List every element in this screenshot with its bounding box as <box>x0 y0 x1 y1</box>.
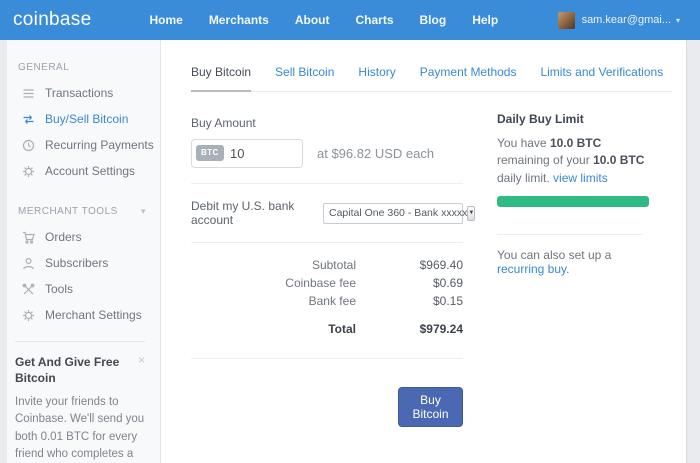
sidebar-item-recurring-payments[interactable]: Recurring Payments <box>0 132 160 158</box>
referral-promo: Get And Give Free Bitcoin × Invite your … <box>15 341 145 463</box>
user-menu[interactable]: sam.kear@gmai... ▾ <box>557 11 680 29</box>
buy-form: Buy Amount BTC at $96.82 USD each Debit … <box>191 116 476 427</box>
sidebar-section-general: GENERAL <box>0 40 160 80</box>
view-limits-link[interactable]: view limits <box>553 171 608 185</box>
list-icon <box>21 87 35 100</box>
remaining-amount: 10.0 BTC <box>549 136 602 150</box>
section-title: MERCHANT TOOLS <box>18 206 118 217</box>
nav-item-charts[interactable]: Charts <box>356 13 394 27</box>
summary-row-subtotal: Subtotal $969.40 <box>311 258 463 272</box>
tab-buy-bitcoin[interactable]: Buy Bitcoin <box>191 65 252 92</box>
section-title: GENERAL <box>18 62 70 73</box>
tab-payment-methods[interactable]: Payment Methods <box>420 65 517 91</box>
recurring-buy-link[interactable]: recurring buy <box>497 262 566 276</box>
nav-item-home[interactable]: Home <box>149 13 182 27</box>
daily-limit-progress-bar <box>497 196 649 208</box>
sidebar-item-subscribers[interactable]: Subscribers <box>0 250 160 276</box>
sidebar-item-buy-sell-bitcoin[interactable]: Buy/Sell Bitcoin <box>0 106 160 132</box>
sidebar-item-tools[interactable]: Tools <box>0 276 160 302</box>
main-nav: Home Merchants About Charts Blog Help <box>149 13 498 27</box>
daily-buy-limit-panel: Daily Buy Limit You have 10.0 BTC remain… <box>497 112 649 276</box>
recurring-buy-text: You can also set up a recurring buy. <box>497 248 612 277</box>
sidebar-item-label: Merchant Settings <box>45 308 142 322</box>
nav-item-about[interactable]: About <box>295 13 330 27</box>
caret-down-icon: ▾ <box>675 15 680 25</box>
limit-amount: 10.0 BTC <box>593 153 645 168</box>
buy-amount-label: Buy Amount <box>191 116 256 130</box>
sidebar-item-label: Account Settings <box>45 164 136 178</box>
sidebar-item-label: Orders <box>45 230 82 244</box>
top-navbar: coinbase Home Merchants About Charts Blo… <box>0 0 700 40</box>
divider <box>191 242 463 243</box>
close-icon[interactable]: × <box>138 353 145 367</box>
sidebar-section-merchant-tools: MERCHANT TOOLS ▾ <box>0 184 160 224</box>
sidebar-item-label: Subscribers <box>45 256 109 270</box>
limit-text: You have 10.0 BTC remaining of your 10.0… <box>497 136 645 185</box>
bank-account-select[interactable]: Capital One 360 - Bank xxxxx ▼ <box>323 202 476 224</box>
sidebar-item-label: Transactions <box>45 86 114 100</box>
sidebar-item-merchant-settings[interactable]: Merchant Settings <box>0 302 160 328</box>
nav-item-blog[interactable]: Blog <box>420 13 447 27</box>
limit-panel-title: Daily Buy Limit <box>497 112 584 126</box>
divider <box>497 234 643 236</box>
clock-icon <box>21 139 35 152</box>
tab-sell-bitcoin[interactable]: Sell Bitcoin <box>275 65 334 91</box>
summary-row-coinbase-fee: Coinbase fee $0.69 <box>285 276 463 290</box>
tab-history[interactable]: History <box>358 65 395 91</box>
nav-item-merchants[interactable]: Merchants <box>209 13 269 27</box>
avatar <box>557 11 575 29</box>
tab-bar: Buy Bitcoin Sell Bitcoin History Payment… <box>191 65 672 92</box>
exchange-rate-text: at $96.82 USD each <box>317 146 435 161</box>
sidebar-item-label: Recurring Payments <box>45 138 154 152</box>
progress-fill <box>497 196 649 208</box>
selected-bank: Capital One 360 - Bank xxxxx <box>329 207 468 219</box>
btc-badge: BTC <box>196 145 224 161</box>
dropdown-arrow-icon: ▼ <box>467 205 476 221</box>
sidebar-item-transactions[interactable]: Transactions <box>0 80 160 106</box>
divider <box>191 358 463 359</box>
sidebar-item-orders[interactable]: Orders <box>0 224 160 250</box>
gear-icon <box>21 165 35 178</box>
exchange-icon <box>21 113 35 126</box>
sidebar: GENERAL Transactions Buy/Sell Bitcoin Re… <box>0 40 161 463</box>
promo-title: Get And Give Free Bitcoin <box>15 355 120 385</box>
coinbase-logo[interactable]: coinbase <box>13 9 91 31</box>
sidebar-item-account-settings[interactable]: Account Settings <box>0 158 160 184</box>
gear-icon <box>21 309 35 322</box>
sidebar-item-label: Buy/Sell Bitcoin <box>45 112 129 126</box>
summary-row-bank-fee: Bank fee $0.15 <box>308 294 463 308</box>
person-icon <box>21 257 35 270</box>
bank-account-label: Debit my U.S. bank account <box>191 199 295 227</box>
user-email: sam.kear@gmai... <box>581 14 671 26</box>
order-summary: Subtotal $969.40 Coinbase fee $0.69 Bank… <box>191 258 463 336</box>
promo-body: Invite your friends to Coinbase. We'll s… <box>15 396 145 460</box>
summary-row-total: Total $979.24 <box>328 322 463 336</box>
section-collapse-icon[interactable]: ▾ <box>141 206 146 217</box>
main-content: Buy Bitcoin Sell Bitcoin History Payment… <box>161 40 687 463</box>
divider <box>191 183 463 184</box>
buy-bitcoin-button[interactable]: Buy Bitcoin <box>398 387 463 427</box>
sidebar-item-label: Tools <box>45 282 74 296</box>
coinbase-buy-page: coinbase Home Merchants About Charts Blo… <box>0 0 700 463</box>
tab-limits-and-verifications[interactable]: Limits and Verifications <box>540 65 663 91</box>
cart-icon <box>21 231 35 244</box>
wrench-icon <box>21 283 35 296</box>
nav-item-help[interactable]: Help <box>472 13 498 27</box>
